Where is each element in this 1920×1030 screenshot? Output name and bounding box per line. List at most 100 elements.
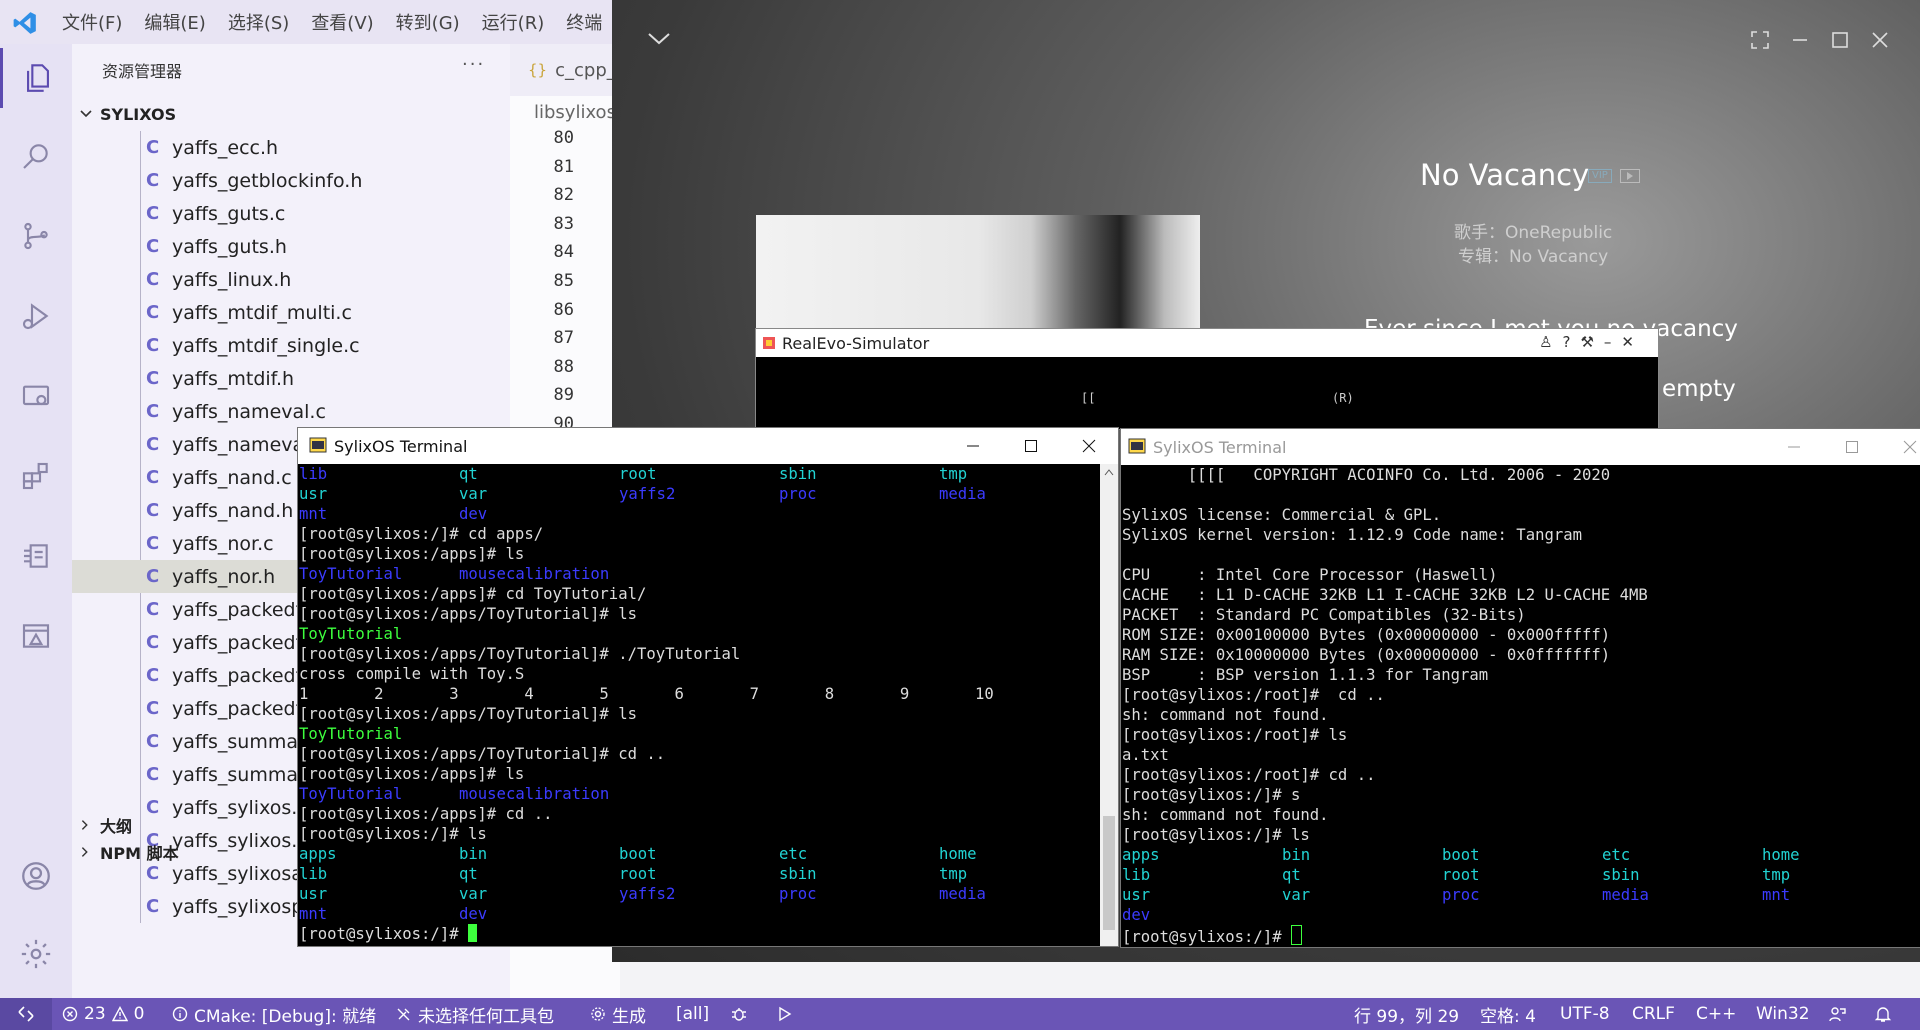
terminal-entry: etc xyxy=(1602,846,1631,864)
file-item[interactable]: Cyaffs_linux.h xyxy=(72,263,510,296)
file-item[interactable]: Cyaffs_guts.c xyxy=(72,197,510,230)
menu-terminal[interactable]: 终端 xyxy=(566,9,602,35)
feedback-icon[interactable] xyxy=(1828,998,1846,1030)
file-item[interactable]: Cyaffs_nameval.c xyxy=(72,395,510,428)
encoding[interactable]: UTF-8 xyxy=(1560,998,1610,1030)
line-ending[interactable]: CRLF xyxy=(1632,998,1675,1030)
explorer-icon[interactable] xyxy=(0,48,72,108)
json-file-icon: {} xyxy=(528,61,548,79)
remote-icon xyxy=(18,1006,34,1022)
run-debug-icon[interactable] xyxy=(0,286,72,346)
problems-indicator[interactable]: 23 0 xyxy=(62,998,144,1030)
platform[interactable]: Win32 xyxy=(1756,998,1810,1030)
kit-selector[interactable]: 未选择任何工具包 xyxy=(396,998,554,1030)
terminal-scrollbar[interactable] xyxy=(1100,464,1118,946)
scrollbar-thumb[interactable] xyxy=(1103,816,1115,930)
maximize-icon[interactable] xyxy=(1830,30,1850,50)
mv-icon[interactable] xyxy=(1620,169,1640,183)
file-item[interactable]: Cyaffs_mtdif.h xyxy=(72,362,510,395)
menu-run[interactable]: 运行(R) xyxy=(482,9,545,35)
terminal-output[interactable]: lib qt root sbin tmp usr var yaffs2 proc media mnt… xyxy=(299,464,994,944)
source-control-icon[interactable] xyxy=(0,206,72,266)
simulator-title-bar[interactable]: RealEvo-Simulator ♙?⚒–✕ xyxy=(756,329,1658,357)
account-icon[interactable] xyxy=(0,846,72,906)
editor-tab[interactable]: {} c_cpp_ xyxy=(510,44,620,96)
notifications-bell-icon[interactable] xyxy=(1874,998,1892,1030)
close-button[interactable] xyxy=(1060,428,1118,464)
outline-section[interactable]: 大纲 xyxy=(78,810,132,840)
singer[interactable]: 歌手：OneRepublic xyxy=(1454,218,1612,243)
close-button[interactable] xyxy=(1881,429,1920,465)
maximize-button[interactable] xyxy=(1002,428,1060,464)
cmake-status[interactable]: CMake: [Debug]: 就绪 xyxy=(172,998,376,1030)
cmake-status-label: CMake: [Debug]: 就绪 xyxy=(194,1006,377,1027)
terminal-title-bar[interactable]: SylixOS Terminal xyxy=(1121,429,1920,465)
indentation[interactable]: 空格: 4 xyxy=(1480,998,1536,1030)
terminal-line: [root@sylixos:/apps/ToyTutorial]# cd .. xyxy=(299,744,994,764)
file-name: yaffs_nand.h xyxy=(172,499,294,522)
testing-icon[interactable] xyxy=(0,526,72,586)
fullscreen-icon[interactable] xyxy=(1750,30,1770,50)
terminal-text: BSP : BSP version 1.1.3 for Tangram xyxy=(1122,666,1489,684)
build-target[interactable]: [all] xyxy=(676,998,709,1030)
minimize-button[interactable] xyxy=(944,428,1002,464)
language-mode[interactable]: C++ xyxy=(1696,998,1736,1030)
close-icon[interactable] xyxy=(1870,30,1890,50)
cursor-position[interactable]: 行 99，列 29 xyxy=(1354,998,1459,1030)
terminal-entry: home xyxy=(1762,846,1800,864)
search-icon[interactable] xyxy=(0,126,72,186)
maximize-button[interactable] xyxy=(1823,429,1881,465)
simulator-window-controls[interactable]: ♙?⚒–✕ xyxy=(1539,333,1644,351)
collapse-chevron-icon[interactable] xyxy=(646,30,672,48)
terminal-title-bar[interactable]: SylixOS Terminal xyxy=(298,428,1118,464)
file-item[interactable]: Cyaffs_ecc.h xyxy=(72,131,510,164)
folder-label: SYLIXOS xyxy=(100,104,177,124)
terminal-entry: var xyxy=(1282,886,1311,904)
extensions-icon[interactable] xyxy=(0,446,72,506)
minimize-button[interactable] xyxy=(1765,429,1823,465)
menu-selection[interactable]: 选择(S) xyxy=(228,9,289,35)
terminal-entry: mousecalibration xyxy=(459,785,610,803)
breadcrumb[interactable]: libsylixos xyxy=(534,102,616,123)
minimize-icon[interactable] xyxy=(1790,30,1810,50)
close-icon xyxy=(1903,440,1917,454)
build-button[interactable]: 生成 xyxy=(590,998,646,1030)
menu-view[interactable]: 查看(V) xyxy=(311,9,373,35)
terminal-output[interactable]: [[[[ COPYRIGHT ACOINFO Co. Ltd. 2006 - 2… xyxy=(1122,465,1800,946)
remote-button[interactable] xyxy=(0,998,52,1030)
folder-sylixos[interactable]: SYLIXOS xyxy=(78,100,510,128)
settings-gear-icon[interactable] xyxy=(0,924,72,984)
terminal-line: [root@sylixos:/]# s xyxy=(1122,785,1648,805)
launch-button[interactable] xyxy=(776,998,792,1030)
terminal-line: usr var proc media mnt xyxy=(1122,885,1790,905)
file-item[interactable]: Cyaffs_mtdif_multi.c xyxy=(72,296,510,329)
menu-edit[interactable]: 编辑(E) xyxy=(144,9,205,35)
terminal-text: PACKET : Standard PC Compatibles (32-Bit… xyxy=(1122,606,1526,624)
terminal-entry: lib xyxy=(299,465,328,483)
terminal-entry: usr xyxy=(299,485,328,503)
terminal-entry: mnt xyxy=(1762,886,1791,904)
gear-icon xyxy=(591,1007,605,1021)
terminal-entry: boot xyxy=(619,845,657,863)
terminal-text: a.txt xyxy=(1122,746,1169,764)
more-actions-icon[interactable]: ··· xyxy=(462,54,485,75)
file-item[interactable]: Cyaffs_guts.h xyxy=(72,230,510,263)
terminal-line: [root@sylixos:/apps]# cd ToyTutorial/ xyxy=(299,584,994,604)
npm-scripts-section[interactable]: NPM 脚本 xyxy=(78,837,179,867)
menu-go[interactable]: 转到(G) xyxy=(396,9,460,35)
file-item[interactable]: Cyaffs_getblockinfo.h xyxy=(72,164,510,197)
cmake-icon[interactable] xyxy=(0,606,72,666)
file-name: yaffs_packedta xyxy=(172,664,315,687)
terminal-entry: usr xyxy=(299,885,328,903)
album[interactable]: 专辑：No Vacancy xyxy=(1458,242,1608,267)
title-bar: 文件(F) 编辑(E) 选择(S) 查看(V) 转到(G) 运行(R) 终端 xyxy=(0,0,620,44)
terminal-line: [root@sylixos:/]# ls xyxy=(299,824,994,844)
scroll-up-icon[interactable] xyxy=(1104,468,1114,476)
menu-file[interactable]: 文件(F) xyxy=(62,9,122,35)
remote-explorer-icon[interactable] xyxy=(0,366,72,426)
tab-label: c_cpp_ xyxy=(555,59,616,81)
debug-button[interactable] xyxy=(730,998,748,1030)
file-item[interactable]: Cyaffs_mtdif_single.c xyxy=(72,329,510,362)
line-number: 83 xyxy=(553,213,574,234)
terminal-text: RAM SIZE: 0x10000000 Bytes (0x00000000 -… xyxy=(1122,646,1611,664)
